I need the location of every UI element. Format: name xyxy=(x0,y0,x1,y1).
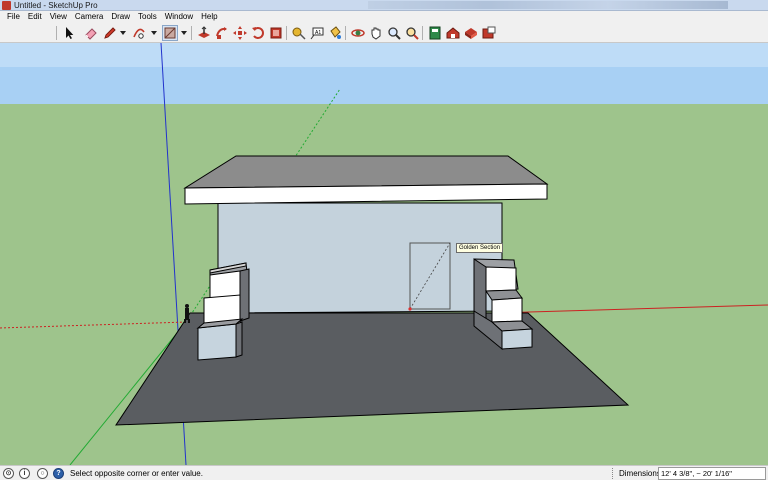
pan-tool-button[interactable] xyxy=(368,25,384,41)
title-bar-background xyxy=(368,1,728,9)
left-stair-bottom-side xyxy=(235,321,243,358)
menu-draw[interactable]: Draw xyxy=(107,11,134,23)
tape-measure-tool-button[interactable] xyxy=(291,25,307,41)
paint-bucket-icon xyxy=(330,26,341,39)
move-arrows-icon xyxy=(233,26,247,40)
push-pull-icon xyxy=(198,26,210,38)
toolbar-separator xyxy=(345,26,346,40)
components-tool-button[interactable] xyxy=(463,25,479,41)
arc-icon xyxy=(133,28,145,39)
zoom-extents-icon xyxy=(406,27,419,40)
select-tool-button[interactable] xyxy=(61,25,77,41)
building-wall xyxy=(217,202,503,314)
rectangle-icon xyxy=(164,27,176,39)
eraser-icon xyxy=(85,28,97,40)
orbit-icon xyxy=(351,29,365,37)
arc-dropdown-icon[interactable] xyxy=(151,31,157,35)
push-pull-tool-button[interactable] xyxy=(196,25,212,41)
measurements-input[interactable] xyxy=(658,467,766,480)
toolbar-separator xyxy=(56,26,57,40)
menu-help[interactable]: Help xyxy=(197,11,221,23)
menu-file[interactable]: File xyxy=(3,11,24,23)
inference-tooltip: Golden Section xyxy=(456,243,504,253)
extension-icon xyxy=(482,26,496,39)
menu-window[interactable]: Window xyxy=(161,11,197,23)
door-endpoint-marker xyxy=(408,307,412,311)
text-label-icon: A1 xyxy=(310,27,324,40)
zoom-extents-tool-button[interactable] xyxy=(404,25,420,41)
toolbar-separator xyxy=(191,26,192,40)
arc-tool-button[interactable] xyxy=(131,25,147,41)
toolbar-separator xyxy=(422,26,423,40)
warehouse-tool-button[interactable] xyxy=(445,25,461,41)
follow-me-tool-button[interactable] xyxy=(214,25,230,41)
paint-bucket-tool-button[interactable] xyxy=(327,25,343,41)
magnifier-icon xyxy=(388,27,401,40)
status-message: Select opposite corner or enter value. xyxy=(70,469,203,478)
roof-top xyxy=(183,155,549,189)
menu-tools[interactable]: Tools xyxy=(134,11,161,23)
warehouse-icon xyxy=(446,27,460,39)
svg-text:A1: A1 xyxy=(315,30,321,36)
move-tool-button[interactable] xyxy=(232,25,248,41)
measurements-label: Dimensions xyxy=(619,469,661,478)
model-info-tool-button[interactable] xyxy=(427,25,443,41)
scale-tool-button[interactable] xyxy=(268,25,284,41)
left-stair-side xyxy=(239,268,250,322)
book-icon xyxy=(429,26,441,40)
pencil-icon xyxy=(104,27,116,39)
toolbar: A1 xyxy=(0,23,768,43)
menu-camera[interactable]: Camera xyxy=(71,11,107,23)
select-arrow-icon xyxy=(66,27,74,39)
pencil-tool-button[interactable] xyxy=(102,25,118,41)
rectangle-dropdown-icon[interactable] xyxy=(181,31,187,35)
scale-icon xyxy=(270,27,282,39)
left-stair-top-riser xyxy=(209,270,241,299)
text-tool-button[interactable]: A1 xyxy=(309,25,325,41)
rotate-tool-button[interactable] xyxy=(250,25,266,41)
toolbar-separator xyxy=(286,26,287,40)
credits-info-icon[interactable]: i xyxy=(19,468,30,479)
status-bar: ⊙ i ○ ? Select opposite corner or enter … xyxy=(0,465,768,480)
component-icon xyxy=(465,28,477,39)
window-title: Untitled - SketchUp Pro xyxy=(14,0,98,10)
menu-view[interactable]: View xyxy=(46,11,71,23)
left-stair-bottom-riser xyxy=(197,323,237,361)
rectangle-tool-button[interactable] xyxy=(162,25,178,41)
scene-canvas xyxy=(0,43,768,465)
help-icon[interactable]: ? xyxy=(53,468,64,479)
extension-warehouse-tool-button[interactable] xyxy=(481,25,497,41)
status-grip[interactable] xyxy=(612,468,614,479)
zoom-tool-button[interactable] xyxy=(386,25,402,41)
sketchup-logo-icon xyxy=(2,0,11,10)
right-stair-mid-riser xyxy=(491,297,523,323)
user-account-icon[interactable]: ○ xyxy=(37,468,48,479)
eraser-tool-button[interactable] xyxy=(83,25,99,41)
modeling-viewport[interactable]: Golden Section xyxy=(0,43,768,465)
tape-measure-icon xyxy=(292,27,306,40)
right-stair-bottom-riser xyxy=(501,328,533,350)
right-stair-top-riser xyxy=(485,266,517,292)
title-bar: Untitled - SketchUp Pro xyxy=(0,0,768,11)
sky-haze xyxy=(0,43,768,67)
follow-me-icon xyxy=(216,27,227,39)
orbit-tool-button[interactable] xyxy=(350,25,366,41)
menu-edit[interactable]: Edit xyxy=(24,11,46,23)
menu-bar: File Edit View Camera Draw Tools Window … xyxy=(0,11,768,23)
rotate-icon xyxy=(252,27,264,39)
pencil-dropdown-icon[interactable] xyxy=(120,31,126,35)
pan-hand-icon xyxy=(371,27,381,40)
geo-location-icon[interactable]: ⊙ xyxy=(3,468,14,479)
